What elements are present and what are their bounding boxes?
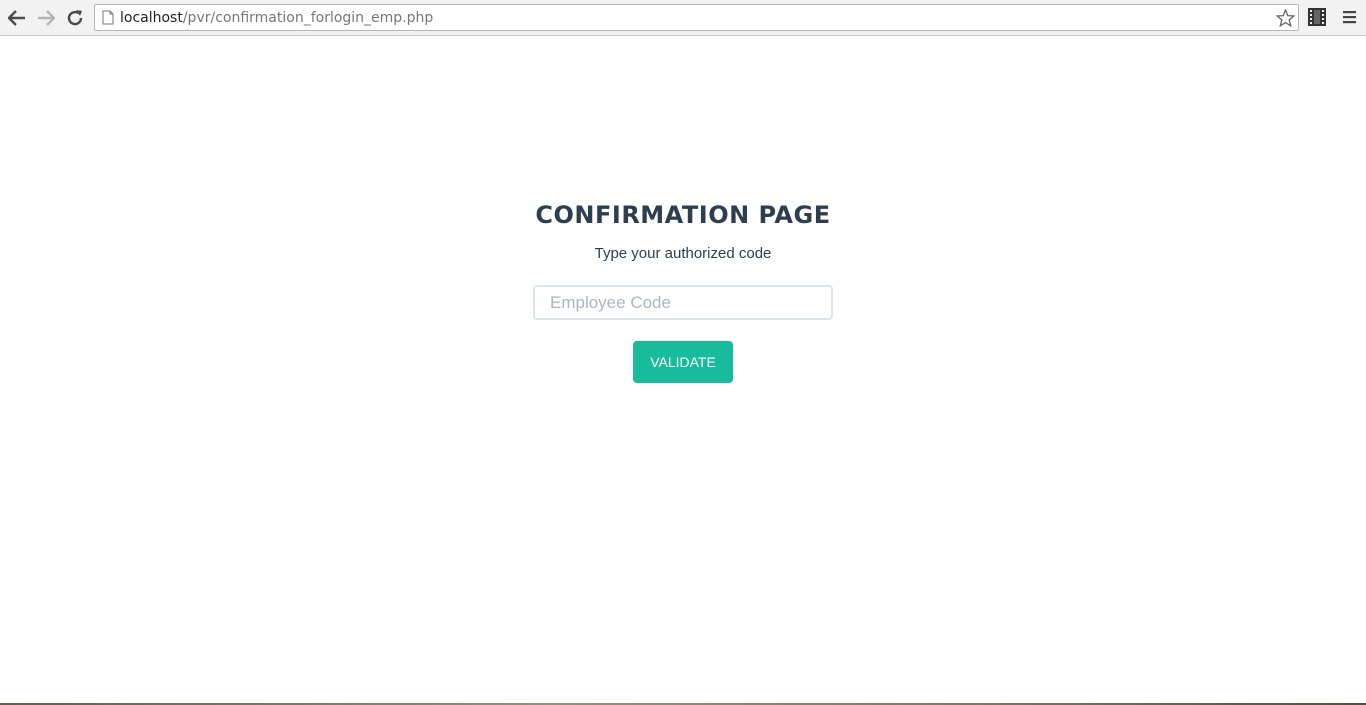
url-path: /pvr/confirmation_forlogin_emp.php (182, 10, 434, 26)
forward-arrow-icon[interactable] (34, 6, 58, 30)
page-title: CONFIRMATION PAGE (535, 201, 831, 229)
address-bar[interactable]: localhost/pvr/confirmation_forlogin_emp.… (94, 4, 1299, 31)
page-icon (102, 10, 114, 30)
browser-toolbar: localhost/pvr/confirmation_forlogin_emp.… (0, 0, 1366, 36)
hamburger-menu-icon[interactable] (1342, 8, 1358, 26)
validate-button[interactable]: VALIDATE (633, 341, 733, 383)
star-icon[interactable] (1275, 8, 1295, 28)
url-host: localhost (120, 10, 183, 26)
page-content: CONFIRMATION PAGE Type your authorized c… (0, 37, 1366, 703)
back-arrow-icon[interactable] (5, 6, 29, 30)
page-subtitle: Type your authorized code (594, 245, 772, 262)
reload-icon[interactable] (63, 6, 87, 30)
employee-code-input[interactable] (533, 285, 833, 320)
url-text: localhost/pvr/confirmation_forlogin_emp.… (120, 10, 433, 26)
film-strip-icon[interactable] (1307, 7, 1327, 27)
